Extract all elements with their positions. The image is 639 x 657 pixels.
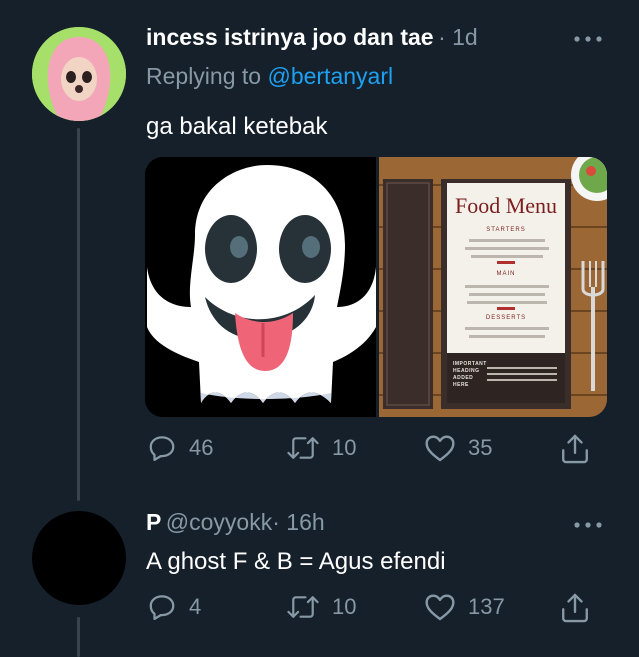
menu-section-starters: STARTERS — [486, 227, 526, 233]
like-button[interactable]: 35 — [424, 433, 492, 463]
replying-to: Replying to @bertanyarl — [146, 63, 393, 90]
profile-photo — [32, 27, 126, 121]
thread-connector-line — [77, 128, 80, 501]
share-button[interactable] — [559, 432, 603, 466]
retweet-icon — [287, 596, 319, 618]
tweet-text: ga bakal ketebak — [146, 113, 328, 140]
like-count: 35 — [468, 435, 493, 460]
food-menu-image[interactable]: Food Menu STARTERS MAIN DESSERTS IMPORTA… — [379, 157, 607, 417]
tweet-header: P @coyyokk· 16h — [146, 509, 325, 536]
retweet-button[interactable]: 10 — [286, 433, 356, 463]
replying-prefix: Replying to — [146, 63, 262, 89]
timestamp[interactable]: · 16h — [272, 509, 324, 535]
share-button[interactable] — [559, 591, 603, 625]
more-options-button[interactable] — [572, 512, 604, 538]
avatar-user-2[interactable] — [32, 511, 126, 605]
menu-title: Food Menu — [454, 193, 558, 218]
like-button[interactable]: 137 — [424, 592, 505, 622]
heart-icon — [425, 594, 455, 621]
more-horizontal-icon — [574, 36, 602, 42]
handle[interactable]: @coyyokk — [166, 509, 272, 535]
menu-footer-heading: IMPORTANT HEADING ADDED HERE — [453, 361, 487, 388]
tweet-text: A ghost F & B = Agus efendi — [146, 548, 446, 575]
display-name[interactable]: incess istrinya joo dan tae — [146, 24, 434, 50]
ghost-emoji-image[interactable] — [145, 157, 376, 417]
ghost-emoji-icon — [145, 157, 376, 417]
heart-icon — [425, 435, 455, 462]
more-options-button[interactable] — [572, 26, 604, 52]
thread-connector-line-2 — [77, 617, 80, 657]
retweet-count: 10 — [332, 435, 357, 460]
tweet-media[interactable]: Food Menu STARTERS MAIN DESSERTS IMPORTA… — [145, 157, 607, 417]
reply-button[interactable]: 46 — [147, 433, 213, 463]
reply-count: 4 — [189, 594, 202, 619]
reply-icon — [149, 595, 175, 620]
share-icon — [562, 593, 588, 623]
reply-icon — [149, 436, 175, 461]
avatar-user-1[interactable] — [32, 27, 126, 121]
replying-handle-link[interactable]: @bertanyarl — [267, 63, 393, 89]
menu-section-main: MAIN — [496, 271, 516, 277]
tweet-header: incess istrinya joo dan tae · 1d — [146, 24, 478, 51]
retweet-icon — [287, 437, 319, 459]
display-name[interactable]: P — [146, 509, 161, 535]
share-icon — [562, 434, 588, 464]
retweet-count: 10 — [332, 594, 357, 619]
timestamp[interactable]: · 1d — [438, 24, 478, 50]
reply-count: 46 — [189, 435, 214, 460]
more-horizontal-icon — [574, 522, 602, 528]
menu-section-desserts: DESSERTS — [485, 315, 527, 321]
retweet-button[interactable]: 10 — [286, 592, 356, 622]
like-count: 137 — [468, 594, 505, 619]
reply-button[interactable]: 4 — [147, 592, 201, 622]
